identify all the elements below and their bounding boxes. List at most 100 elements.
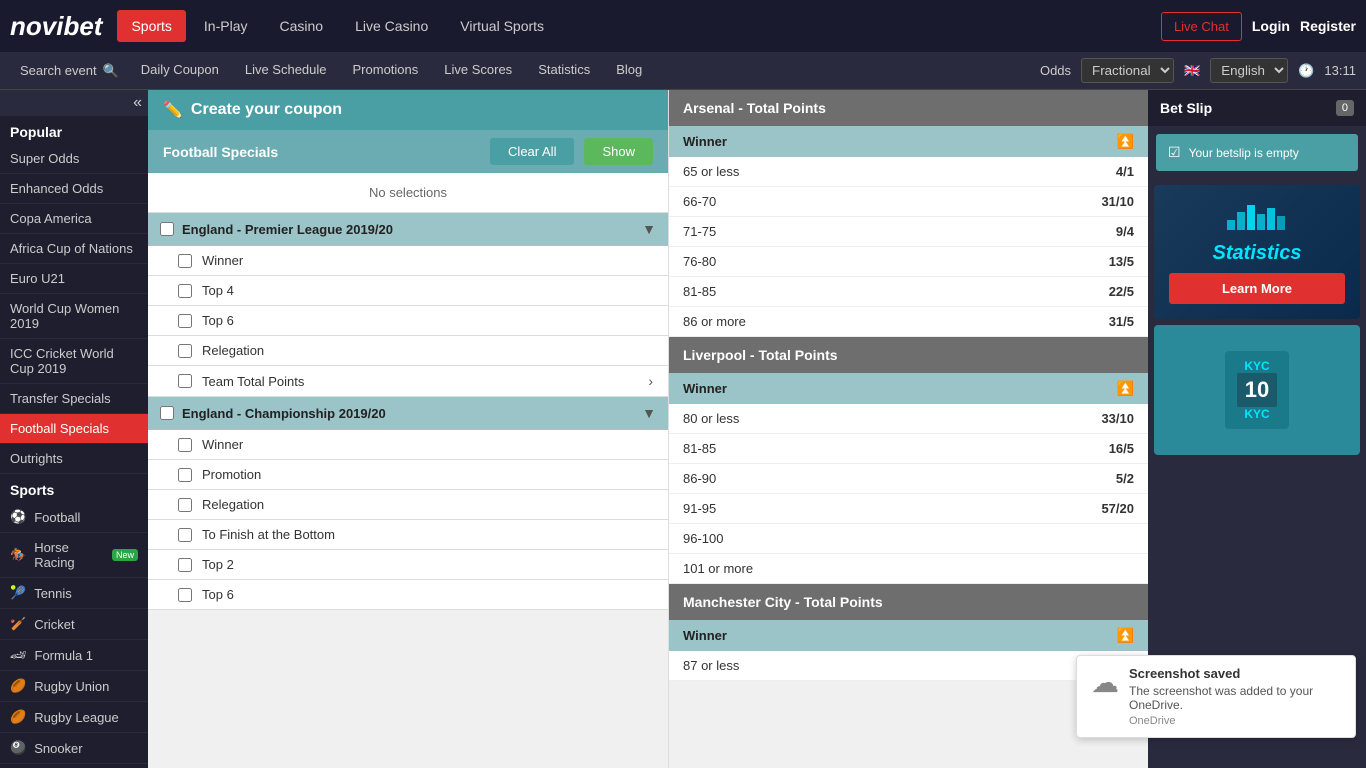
horseracing-icon: 🏇	[10, 547, 26, 563]
league-checkbox-premier[interactable]	[160, 222, 174, 236]
arsenal-row-3[interactable]: 76-80 13/5	[669, 247, 1148, 277]
nav-live-scores[interactable]: Live Scores	[432, 56, 524, 85]
liverpool-row-3[interactable]: 91-95 57/20	[669, 494, 1148, 524]
bet-checkbox-top6-2[interactable]	[178, 588, 192, 602]
show-button[interactable]: Show	[584, 138, 653, 165]
arsenal-row-1[interactable]: 66-70 31/10	[669, 187, 1148, 217]
sport-item-cricket[interactable]: 🏏 Cricket	[0, 609, 148, 640]
brand-logo[interactable]: novibet	[10, 11, 102, 42]
sport-item-formula1[interactable]: 🏎 Formula 1	[0, 640, 148, 671]
bet-checkbox-winner-1[interactable]	[178, 254, 192, 268]
odds-label: 86 or more	[683, 314, 746, 329]
learn-more-button[interactable]: Learn More	[1169, 273, 1345, 304]
bet-label-relegation-1: Relegation	[202, 343, 653, 358]
sport-label: Cricket	[34, 617, 74, 632]
football-specials-bar: Football Specials Clear All Show	[148, 130, 668, 173]
arsenal-row-4[interactable]: 81-85 22/5	[669, 277, 1148, 307]
bet-checkbox-top6[interactable]	[178, 314, 192, 328]
odds-label: 86-90	[683, 471, 716, 486]
sport-item-snooker[interactable]: 🎱 Snooker	[0, 733, 148, 764]
sidebar-item-eurou21[interactable]: Euro U21	[0, 264, 148, 294]
nav-item-sports[interactable]: Sports	[117, 10, 185, 42]
secondary-nav-right: Odds Fractional Decimal 🇬🇧 English 🕐 13:…	[1040, 58, 1356, 83]
league-expand-icon-premier[interactable]: ▼	[642, 221, 656, 237]
arsenal-row-5[interactable]: 86 or more 31/5	[669, 307, 1148, 337]
bet-checkbox-finish-bottom[interactable]	[178, 528, 192, 542]
sport-item-horseracing[interactable]: 🏇 Horse Racing New	[0, 533, 148, 578]
toast-title: Screenshot saved	[1129, 666, 1341, 681]
sidebar-item-icccricket[interactable]: ICC Cricket World Cup 2019	[0, 339, 148, 384]
nav-item-casino[interactable]: Casino	[266, 10, 338, 42]
edit-icon: ✏️	[163, 100, 183, 120]
sidebar-item-superodds[interactable]: Super Odds	[0, 144, 148, 174]
register-button[interactable]: Register	[1300, 18, 1356, 34]
liverpool-row-4[interactable]: 96-100	[669, 524, 1148, 554]
bet-checkbox-top2[interactable]	[178, 558, 192, 572]
nav-promotions[interactable]: Promotions	[341, 56, 431, 85]
bet-option-relegation-1: Relegation	[148, 336, 668, 366]
arsenal-collapse-button[interactable]: ⏫	[1117, 133, 1134, 150]
nav-daily-coupon[interactable]: Daily Coupon	[129, 56, 231, 85]
sport-label: Tennis	[34, 586, 72, 601]
nav-item-livecasino[interactable]: Live Casino	[341, 10, 442, 42]
chart-decoration	[1227, 200, 1287, 230]
bet-checkbox-relegation-2[interactable]	[178, 498, 192, 512]
sidebar-item-footballspecials[interactable]: Football Specials	[0, 414, 148, 444]
liverpool-market-label: Winner	[683, 381, 727, 396]
bet-checkbox-promotion[interactable]	[178, 468, 192, 482]
liverpool-row-1[interactable]: 81-85 16/5	[669, 434, 1148, 464]
liverpool-row-2[interactable]: 86-90 5/2	[669, 464, 1148, 494]
login-button[interactable]: Login	[1252, 18, 1290, 34]
odds-label: 76-80	[683, 254, 716, 269]
nav-live-schedule[interactable]: Live Schedule	[233, 56, 339, 85]
sport-item-basketball[interactable]: 🏀 Basketball	[0, 764, 148, 768]
language-select[interactable]: English	[1210, 58, 1288, 83]
mancity-market-type: Winner ⏫	[669, 620, 1148, 651]
stats-banner-content: Statistics Learn More	[1154, 185, 1360, 319]
sidebar-collapse-button[interactable]: «	[133, 94, 142, 112]
bet-checkbox-relegation-1[interactable]	[178, 344, 192, 358]
nav-statistics[interactable]: Statistics	[526, 56, 602, 85]
odds-select[interactable]: Fractional Decimal	[1081, 58, 1174, 83]
league-expand-icon-championship[interactable]: ▼	[642, 405, 656, 421]
bet-label-winner-1: Winner	[202, 253, 653, 268]
team-total-expand-icon[interactable]: ›	[648, 373, 653, 389]
nav-blog[interactable]: Blog	[604, 56, 654, 85]
odds-value: 22/5	[1109, 284, 1134, 299]
league-row-premier[interactable]: England - Premier League 2019/20 ▼	[148, 213, 668, 246]
sidebar-item-outrights[interactable]: Outrights	[0, 444, 148, 474]
team-total-row[interactable]: Team Total Points ›	[148, 366, 668, 397]
nav-item-virtualsports[interactable]: Virtual Sports	[446, 10, 558, 42]
live-chat-button[interactable]: Live Chat	[1161, 12, 1242, 41]
bet-checkbox-winner-2[interactable]	[178, 438, 192, 452]
odds-label: 66-70	[683, 194, 716, 209]
liverpool-row-0[interactable]: 80 or less 33/10	[669, 404, 1148, 434]
sport-item-football[interactable]: ⚽ Football	[0, 502, 148, 533]
screenshot-toast: ☁ Screenshot saved The screenshot was ad…	[1076, 655, 1356, 738]
coupon-header: ✏️ Create your coupon	[148, 90, 668, 130]
search-area[interactable]: Search event 🔍	[10, 63, 129, 79]
bet-checkbox-teamtotal[interactable]	[178, 374, 192, 388]
bet-slip-title: Bet Slip	[1160, 100, 1212, 116]
sidebar-item-worldcupwomen[interactable]: World Cup Women 2019	[0, 294, 148, 339]
sidebar-item-enhancedodds[interactable]: Enhanced Odds	[0, 174, 148, 204]
liverpool-collapse-button[interactable]: ⏫	[1117, 380, 1134, 397]
arsenal-row-0[interactable]: 65 or less 4/1	[669, 157, 1148, 187]
mancity-collapse-button[interactable]: ⏫	[1117, 627, 1134, 644]
sidebar-item-transferspecials[interactable]: Transfer Specials	[0, 384, 148, 414]
league-row-championship[interactable]: England - Championship 2019/20 ▼	[148, 397, 668, 430]
arsenal-row-2[interactable]: 71-75 9/4	[669, 217, 1148, 247]
sport-item-rugbyleague[interactable]: 🏉 Rugby League	[0, 702, 148, 733]
sidebar-item-copaamerica[interactable]: Copa America	[0, 204, 148, 234]
liverpool-row-5[interactable]: 101 or more	[669, 554, 1148, 584]
sidebar-item-africacup[interactable]: Africa Cup of Nations	[0, 234, 148, 264]
bet-checkbox-top4[interactable]	[178, 284, 192, 298]
search-icon[interactable]: 🔍	[103, 63, 119, 79]
sport-item-tennis[interactable]: 🎾 Tennis	[0, 578, 148, 609]
search-label: Search event	[20, 63, 97, 78]
sport-item-rugbyunion[interactable]: 🏉 Rugby Union	[0, 671, 148, 702]
league-checkbox-championship[interactable]	[160, 406, 174, 420]
kyc-banner: KYC 10 KYC	[1154, 325, 1360, 455]
clear-all-button[interactable]: Clear All	[490, 138, 574, 165]
nav-item-inplay[interactable]: In-Play	[190, 10, 262, 42]
